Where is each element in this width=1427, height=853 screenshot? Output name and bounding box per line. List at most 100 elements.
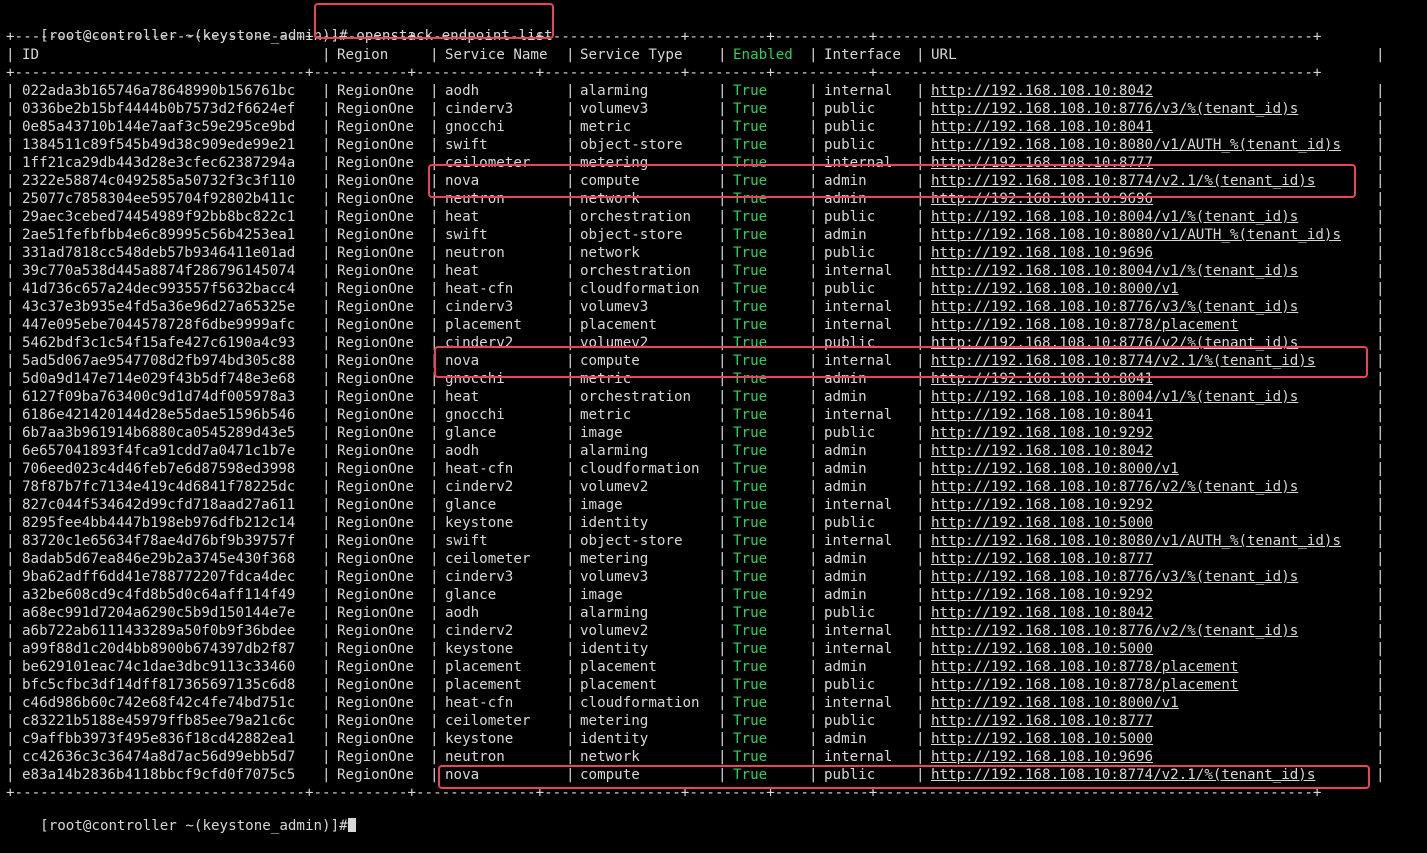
column-separator: | (322, 605, 331, 621)
cell-url[interactable]: http://192.168.108.10:8776/v2/%(tenant_i… (931, 334, 1298, 352)
cell-url[interactable]: http://192.168.108.10:8776/v2/%(tenant_i… (931, 622, 1298, 640)
cell-url[interactable]: http://192.168.108.10:8004/v1/%(tenant_i… (931, 388, 1298, 406)
column-separator: | (566, 713, 575, 729)
cell-region: RegionOne (337, 281, 414, 297)
cell-url[interactable]: http://192.168.108.10:8004/v1/%(tenant_i… (931, 262, 1298, 280)
cell-url[interactable]: http://192.168.108.10:8042 (931, 604, 1153, 622)
cell-url[interactable]: http://192.168.108.10:8000/v1 (931, 280, 1179, 298)
column-separator: | (322, 713, 331, 729)
cell-url[interactable]: http://192.168.108.10:9696 (931, 748, 1153, 766)
cell-url[interactable]: http://192.168.108.10:8777 (931, 550, 1153, 568)
column-separator: | (1376, 209, 1385, 225)
cell-id: 83720c1e65634f78ae4d76bf9b39757f (22, 533, 296, 549)
cell-enabled: True (733, 641, 768, 657)
column-separator: | (718, 119, 727, 135)
column-separator: | (6, 299, 15, 315)
cell-url[interactable]: http://192.168.108.10:9696 (931, 190, 1153, 208)
cell-service-type: compute (580, 173, 640, 189)
terminal-window[interactable]: [root@controller ~(keystone_admin)]# ope… (0, 0, 1427, 834)
cell-id: 41d736c657a24dec993557f5632bacc4 (22, 281, 296, 297)
header-service-type: Service Type (580, 47, 683, 63)
cell-url[interactable]: http://192.168.108.10:8000/v1 (931, 694, 1179, 712)
cell-url[interactable]: http://192.168.108.10:9696 (931, 244, 1153, 262)
column-separator: | (430, 605, 439, 621)
cell-url[interactable]: http://192.168.108.10:8774/v2.1/%(tenant… (931, 766, 1315, 784)
cell-service-type: network (580, 191, 640, 207)
cell-url[interactable]: http://192.168.108.10:8776/v3/%(tenant_i… (931, 298, 1298, 316)
cell-enabled: True (733, 497, 768, 513)
cell-url[interactable]: http://192.168.108.10:5000 (931, 640, 1153, 658)
cell-url[interactable]: http://192.168.108.10:8776/v3/%(tenant_i… (931, 568, 1298, 586)
column-separator: | (809, 407, 818, 423)
cell-url[interactable]: http://192.168.108.10:8004/v1/%(tenant_i… (931, 208, 1298, 226)
column-separator: | (430, 677, 439, 693)
column-separator: | (6, 209, 15, 225)
column-separator: | (718, 677, 727, 693)
cell-url[interactable]: http://192.168.108.10:5000 (931, 730, 1153, 748)
cell-url[interactable]: http://192.168.108.10:8774/v2.1/%(tenant… (931, 352, 1315, 370)
cell-url[interactable]: http://192.168.108.10:8774/v2.1/%(tenant… (931, 172, 1315, 190)
column-separator: | (916, 155, 925, 171)
cell-id: c46d986b60c742e68f42c4fe74bd751c (22, 695, 296, 711)
cell-service-name: glance (445, 425, 497, 441)
column-separator: | (322, 227, 331, 243)
column-separator: | (322, 335, 331, 351)
cell-url[interactable]: http://192.168.108.10:5000 (931, 514, 1153, 532)
column-separator: | (322, 317, 331, 333)
cell-url[interactable]: http://192.168.108.10:8041 (931, 406, 1153, 424)
cell-service-name: gnocchi (445, 407, 505, 423)
header-interface: Interface (824, 47, 901, 63)
cell-url[interactable]: http://192.168.108.10:8778/placement (931, 658, 1239, 676)
cell-service-type: orchestration (580, 389, 692, 405)
cell-url[interactable]: http://192.168.108.10:9292 (931, 424, 1153, 442)
column-separator: | (6, 767, 15, 783)
cell-service-type: orchestration (580, 263, 692, 279)
cell-enabled: True (733, 713, 768, 729)
column-separator: | (430, 191, 439, 207)
cell-url[interactable]: http://192.168.108.10:8041 (931, 118, 1153, 136)
cell-service-type: alarming (580, 443, 649, 459)
column-separator: | (430, 443, 439, 459)
header-region: Region (337, 47, 389, 63)
cell-service-name: ceilometer (445, 713, 531, 729)
column-separator: | (809, 389, 818, 405)
cell-interface: admin (824, 443, 867, 459)
cell-url[interactable]: http://192.168.108.10:8080/v1/AUTH_%(ten… (931, 226, 1341, 244)
cell-service-name: neutron (445, 749, 505, 765)
cell-url[interactable]: http://192.168.108.10:8778/placement (931, 316, 1239, 334)
cell-url[interactable]: http://192.168.108.10:8042 (931, 82, 1153, 100)
cell-interface: internal (824, 353, 893, 369)
cell-enabled: True (733, 83, 768, 99)
column-separator: | (809, 227, 818, 243)
column-separator: | (6, 695, 15, 711)
column-separator: | (718, 209, 727, 225)
cell-url[interactable]: http://192.168.108.10:8042 (931, 442, 1153, 460)
cell-url[interactable]: http://192.168.108.10:8041 (931, 370, 1153, 388)
cell-interface: admin (824, 461, 867, 477)
column-separator: | (430, 569, 439, 585)
column-separator: | (322, 191, 331, 207)
cell-url[interactable]: http://192.168.108.10:8777 (931, 154, 1153, 172)
cell-region: RegionOne (337, 425, 414, 441)
cell-url[interactable]: http://192.168.108.10:9292 (931, 586, 1153, 604)
column-separator: | (916, 47, 925, 63)
cell-url[interactable]: http://192.168.108.10:8776/v2/%(tenant_i… (931, 478, 1298, 496)
column-separator: | (916, 245, 925, 261)
cell-url[interactable]: http://192.168.108.10:8778/placement (931, 676, 1239, 694)
cell-url[interactable]: http://192.168.108.10:8000/v1 (931, 460, 1179, 478)
cell-enabled: True (733, 749, 768, 765)
column-separator: | (916, 461, 925, 477)
cell-service-name: aodh (445, 443, 480, 459)
cell-url[interactable]: http://192.168.108.10:9292 (931, 496, 1153, 514)
cell-url[interactable]: http://192.168.108.10:8777 (931, 712, 1153, 730)
cell-id: bfc5cfbc3df14dff817365697135c6d8 (22, 677, 296, 693)
cell-url[interactable]: http://192.168.108.10:8080/v1/AUTH_%(ten… (931, 532, 1341, 550)
column-separator: | (916, 515, 925, 531)
cell-service-type: compute (580, 767, 640, 783)
cell-service-name: nova (445, 767, 480, 783)
cell-url[interactable]: http://192.168.108.10:8080/v1/AUTH_%(ten… (931, 136, 1341, 154)
cell-id: 43c37e3b935e4fd5a36e96d27a65325e (22, 299, 296, 315)
cell-url[interactable]: http://192.168.108.10:8776/v3/%(tenant_i… (931, 100, 1298, 118)
cell-service-name: heat-cfn (445, 695, 514, 711)
column-separator: | (809, 173, 818, 189)
